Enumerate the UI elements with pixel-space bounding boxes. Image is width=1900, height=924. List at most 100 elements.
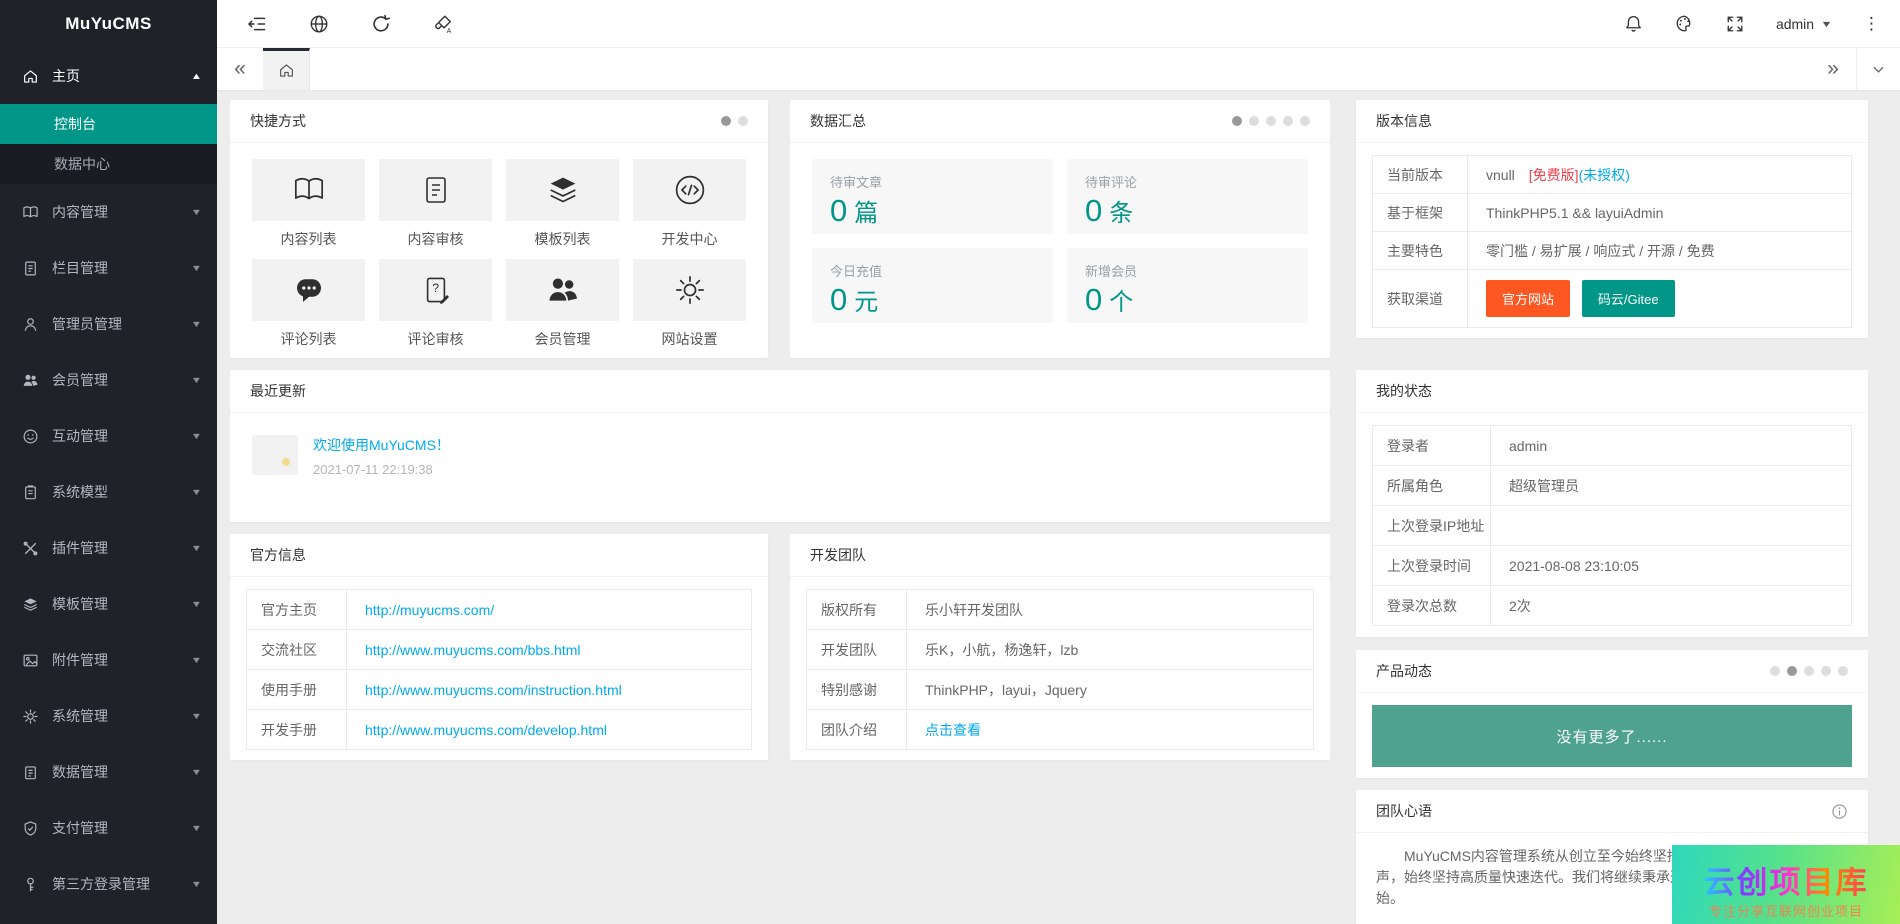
gitee-button[interactable]: 码云/Gitee (1582, 280, 1675, 317)
website-globe-icon[interactable] (309, 14, 329, 34)
watermark-subtitle: 专注分享互联网创业项目 (1709, 901, 1863, 920)
sidebar-item-content[interactable]: 内容管理 ▼ (0, 184, 217, 240)
pager-dot[interactable] (738, 116, 748, 126)
pager-dot[interactable] (1266, 116, 1276, 126)
info-icon[interactable] (1831, 803, 1848, 820)
shortcut-comment-review[interactable]: ? 评论审核 (379, 259, 492, 349)
sidebar-item-data[interactable]: 数据管理 ▼ (0, 744, 217, 800)
community-link[interactable]: http://www.muyucms.com/bbs.html (365, 642, 581, 658)
user-manual-link[interactable]: http://www.muyucms.com/instruction.html (365, 682, 622, 698)
refresh-icon[interactable] (371, 14, 391, 34)
shortcuts-grid: 内容列表 内容审核 模板列表 开发中心 评论列表 ? 评论审核 (230, 143, 768, 363)
team-intro-link[interactable]: 点击查看 (925, 722, 981, 738)
clear-cache-brush-icon[interactable]: A (433, 14, 453, 34)
official-homepage-link[interactable]: http://muyucms.com/ (365, 602, 494, 618)
card-title: 最近更新 (250, 381, 306, 401)
row-value: 零门槛 / 易扩展 / 响应式 / 开源 / 免费 (1468, 232, 1852, 270)
document-icon (22, 260, 39, 277)
user-icon (22, 316, 39, 333)
sidebar-item-template[interactable]: 模板管理 ▼ (0, 576, 217, 632)
sidebar-item-payment[interactable]: 支付管理 ▼ (0, 800, 217, 856)
shortcut-content-list[interactable]: 内容列表 (252, 159, 365, 249)
row-label: 版权所有 (807, 590, 907, 630)
shortcut-comment-list[interactable]: 评论列表 (252, 259, 365, 349)
sidebar-item-home[interactable]: 主页 ▲ (0, 48, 217, 104)
article-thumbnail (252, 435, 298, 475)
sidebar-item-label: 系统管理 (52, 706, 108, 726)
row-label: 开发手册 (247, 710, 347, 750)
shortcut-dev-center[interactable]: 开发中心 (633, 159, 746, 249)
book-icon (22, 204, 39, 221)
stat-pending-articles: 待审文章 0篇 (812, 159, 1053, 234)
unauthorized-link[interactable]: (未授权) (1579, 167, 1630, 183)
pager-dot[interactable] (1838, 666, 1848, 676)
pager-dot[interactable] (1232, 116, 1242, 126)
shortcut-member-manage[interactable]: 会员管理 (506, 259, 619, 349)
open-book-icon (252, 159, 365, 221)
pager-dot[interactable] (1770, 666, 1780, 676)
collapse-menu-icon[interactable] (247, 14, 267, 34)
row-value (1491, 506, 1852, 546)
shortcut-content-review[interactable]: 内容审核 (379, 159, 492, 249)
tabs-dropdown-button[interactable] (1856, 48, 1900, 90)
row-label: 交流社区 (247, 630, 347, 670)
dev-manual-link[interactable]: http://www.muyucms.com/develop.html (365, 722, 607, 738)
layers-icon (22, 596, 39, 613)
home-icon (22, 68, 39, 85)
shortcut-site-settings[interactable]: 网站设置 (633, 259, 746, 349)
chevron-down-icon: ▼ (191, 375, 203, 385)
sidebar-item-member[interactable]: 会员管理 ▼ (0, 352, 217, 408)
row-value: 2021-08-08 23:10:05 (1491, 546, 1852, 586)
row-label: 团队介绍 (807, 710, 907, 750)
sidebar-item-label: 系统模型 (52, 482, 108, 502)
document-question-icon: ? (379, 259, 492, 321)
tools-icon (22, 540, 39, 557)
pager-dot[interactable] (1787, 666, 1797, 676)
stat-label: 今日充值 (830, 261, 1035, 280)
shortcut-label: 评论列表 (252, 329, 365, 349)
pager-dot[interactable] (1804, 666, 1814, 676)
comment-icon (252, 259, 365, 321)
tabs-scroll-right-button[interactable]: » (1810, 48, 1856, 90)
shortcut-label: 网站设置 (633, 329, 746, 349)
pager-dot[interactable] (1283, 116, 1293, 126)
user-menu[interactable]: admin ▼ (1776, 16, 1831, 32)
sidebar-item-label: 互动管理 (52, 426, 108, 446)
carousel-pager (1770, 666, 1848, 676)
sidebar-item-interact[interactable]: 互动管理 ▼ (0, 408, 217, 464)
sidebar-item-plugin[interactable]: 插件管理 ▼ (0, 520, 217, 576)
stat-new-members: 新增会员 0个 (1067, 248, 1308, 323)
sidebar-item-console[interactable]: 控制台 (0, 104, 217, 144)
chevron-down-icon: ▼ (191, 823, 203, 833)
sidebar-item-thirdparty[interactable]: 第三方登录管理 ▼ (0, 856, 217, 912)
pager-dot[interactable] (1821, 666, 1831, 676)
chevron-down-icon: ▼ (191, 319, 203, 329)
stat-pending-comments: 待审评论 0条 (1067, 159, 1308, 234)
row-value: 乐小轩开发团队 (907, 590, 1314, 630)
pager-dot[interactable] (1249, 116, 1259, 126)
official-site-button[interactable]: 官方网站 (1486, 280, 1570, 317)
sidebar-item-model[interactable]: 系统模型 ▼ (0, 464, 217, 520)
article-link[interactable]: 欢迎使用MuYuCMS！ (313, 435, 450, 455)
theme-palette-icon[interactable] (1675, 14, 1694, 33)
notification-bell-icon[interactable] (1624, 14, 1643, 33)
sidebar-item-datacenter[interactable]: 数据中心 (0, 144, 217, 184)
sidebar-item-attachment[interactable]: 附件管理 ▼ (0, 632, 217, 688)
row-label: 开发团队 (807, 630, 907, 670)
tab-home[interactable] (263, 48, 310, 90)
pager-dot[interactable] (721, 116, 731, 126)
chevron-down-icon: ▼ (191, 487, 203, 497)
sidebar-item-system[interactable]: 系统管理 ▼ (0, 688, 217, 744)
sidebar-item-admin[interactable]: 管理员管理 ▼ (0, 296, 217, 352)
tabbar: « » (217, 48, 1900, 91)
sidebar-item-column[interactable]: 栏目管理 ▼ (0, 240, 217, 296)
fullscreen-icon[interactable] (1726, 15, 1744, 33)
stat-unit: 条 (1109, 200, 1133, 227)
smiley-icon (22, 428, 39, 445)
chevron-down-icon: ▼ (191, 767, 203, 777)
app-window: MuYuCMS 主页 ▲ 控制台 数据中心 内容管理 ▼ 栏目管理 ▼ 管理员管… (0, 0, 1900, 924)
shortcut-template-list[interactable]: 模板列表 (506, 159, 619, 249)
tabs-scroll-left-button[interactable]: « (217, 48, 263, 90)
pager-dot[interactable] (1300, 116, 1310, 126)
more-kebab-icon[interactable]: ⋮ (1863, 15, 1880, 32)
